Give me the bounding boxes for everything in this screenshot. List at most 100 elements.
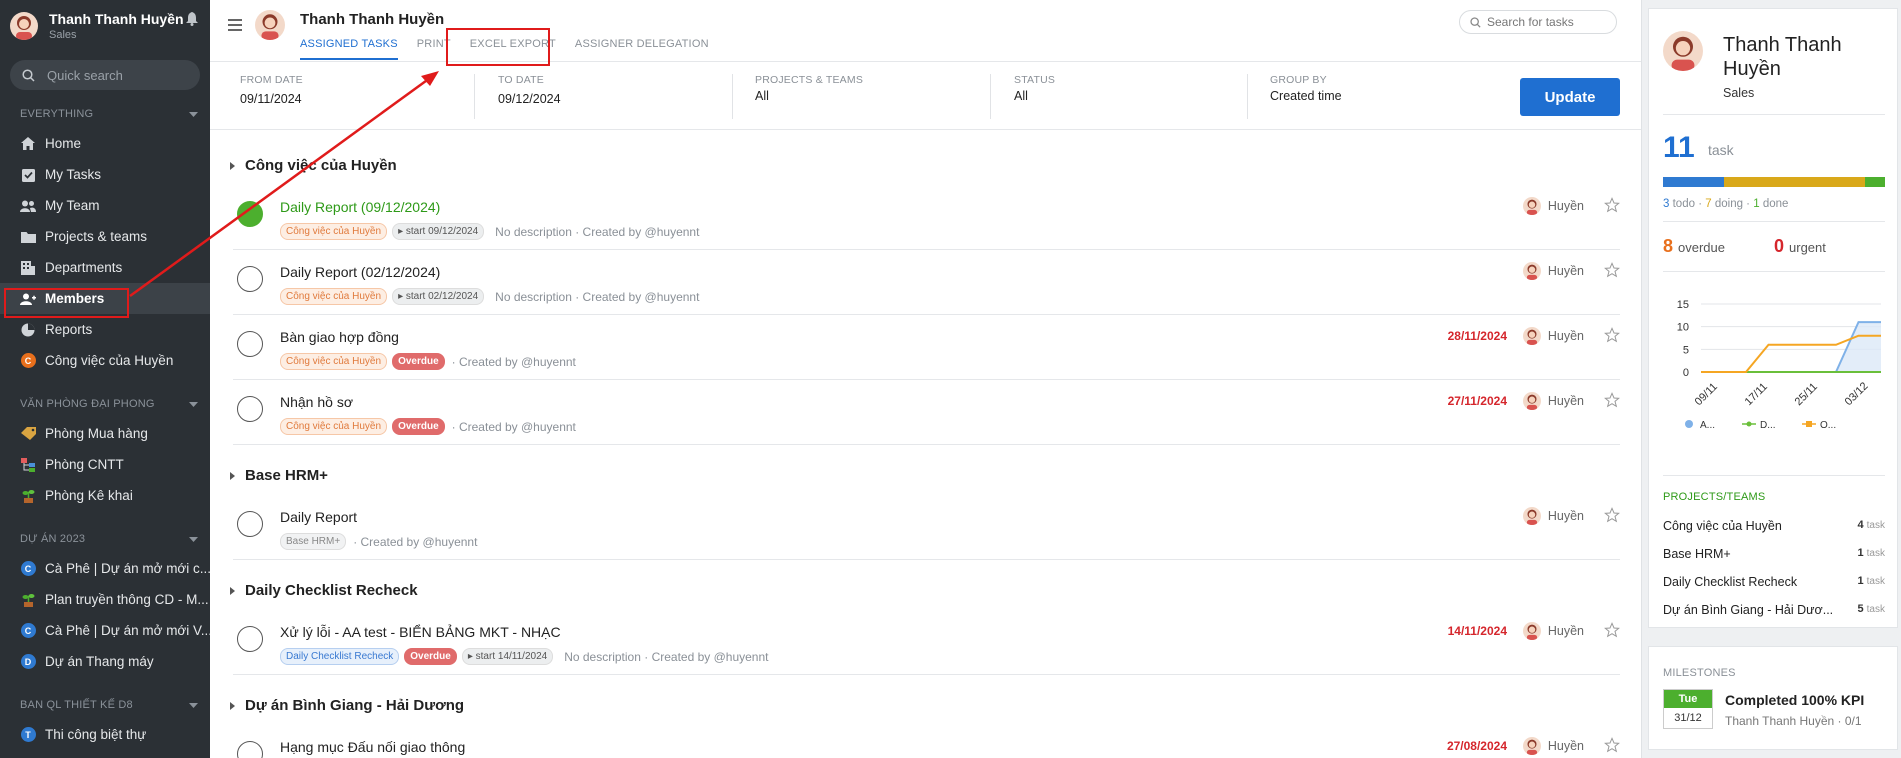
sidebar-item-my-tasks[interactable]: My Tasks [0, 159, 210, 190]
sidebar-item-departments[interactable]: Departments [0, 252, 210, 283]
star-icon[interactable] [1604, 392, 1620, 408]
project-row[interactable]: Công việc của Huyền 4 task [1663, 519, 1885, 533]
sidebar-item-du-an-thang-may[interactable]: D Dự án Thang máy [0, 646, 210, 677]
task-title[interactable]: Daily Report (09/12/2024) [280, 199, 440, 215]
filter-projects-teams[interactable]: PROJECTS & TEAMS All [755, 74, 863, 118]
sidebar-item-thi-cong-biet-thu[interactable]: T Thi công biệt thự [0, 719, 210, 750]
task-complete-checkbox[interactable] [237, 331, 263, 357]
milestone-name[interactable]: Completed 100% KPI [1725, 692, 1864, 708]
quick-search-input[interactable]: Quick search [10, 60, 200, 90]
sidebar-item-projects[interactable]: Projects & teams [0, 221, 210, 252]
project-chip[interactable]: Công việc của Huyền [280, 288, 388, 305]
sidebar-item-ca-phe-1[interactable]: C Cà Phê | Dự án mở mới c... [0, 553, 210, 584]
milestone-progress: 0/1 [1844, 714, 1862, 728]
caret-right-icon[interactable] [230, 161, 235, 170]
task-assignee[interactable]: Huyền [1522, 507, 1584, 525]
task-complete-checkbox[interactable] [237, 266, 263, 292]
task-row[interactable]: Nhận hồ sơ Công việc của Huyền Overdue ·… [233, 380, 1620, 445]
sidebar-user-header[interactable]: Thanh Thanh Huyền Sales [0, 0, 210, 52]
task-row[interactable]: Bàn giao hợp đồng Công việc của Huyền Ov… [233, 315, 1620, 380]
task-assignee[interactable]: Huyền [1522, 392, 1584, 410]
assignee-name: Huyền [1547, 624, 1584, 638]
caret-right-icon[interactable] [230, 586, 235, 595]
task-search-input[interactable]: Search for tasks [1459, 10, 1617, 34]
sidebar-item-plan-truyen-thong[interactable]: Plan truyền thông CD - M... [0, 584, 210, 615]
task-row[interactable]: Xử lý lỗi - AA test - BIỂN BẢNG MKT - NH… [233, 610, 1620, 675]
caret-down-icon[interactable] [189, 536, 198, 542]
caret-right-icon[interactable] [230, 471, 235, 480]
task-title[interactable]: Xử lý lỗi - AA test - BIỂN BẢNG MKT - NH… [280, 624, 561, 640]
task-title[interactable]: Nhận hồ sơ [280, 394, 353, 410]
task-assignee[interactable]: Huyền [1522, 622, 1584, 640]
member-role: Sales [1723, 86, 1755, 100]
sidebar-item-phong-cntt[interactable]: Phòng CNTT [0, 449, 210, 480]
sidebar-item-home[interactable]: Home [0, 128, 210, 159]
task-title[interactable]: Daily Report (02/12/2024) [280, 264, 440, 280]
section-ban-ql[interactable]: BAN QL THIẾT KẾ D8 [0, 691, 210, 719]
task-row[interactable]: Daily Report (02/12/2024) Công việc của … [233, 250, 1620, 315]
assignee-name: Huyền [1547, 199, 1584, 213]
caret-right-icon[interactable] [230, 701, 235, 710]
task-assignee[interactable]: Huyền [1522, 737, 1584, 755]
project-chip[interactable]: Công việc của Huyền [280, 223, 388, 240]
section-vanphong[interactable]: VĂN PHÒNG ĐẠI PHONG [0, 390, 210, 418]
task-row[interactable]: Daily Report (09/12/2024) Công việc của … [233, 185, 1620, 250]
tab-assigner-delegation[interactable]: ASSIGNER DELEGATION [575, 38, 709, 60]
star-icon[interactable] [1604, 262, 1620, 278]
task-assignee[interactable]: Huyền [1522, 262, 1584, 280]
task-complete-checkbox[interactable] [237, 626, 263, 652]
project-row[interactable]: Daily Checklist Recheck 1 task [1663, 575, 1885, 589]
caret-down-icon[interactable] [189, 401, 198, 407]
due-date: 27/08/2024 [1446, 739, 1507, 753]
star-icon[interactable] [1604, 197, 1620, 213]
task-row[interactable]: Daily Report Base HRM+ · Created by @huy… [233, 495, 1620, 560]
search-icon [22, 68, 35, 82]
group-header[interactable]: Base HRM+ [230, 467, 328, 484]
group-header[interactable]: Công việc của Huyền [230, 157, 397, 174]
caret-down-icon[interactable] [189, 702, 198, 708]
bell-icon[interactable] [186, 12, 198, 29]
sidebar-item-ca-phe-2[interactable]: C Cà Phê | Dự án mở mới V... [0, 615, 210, 646]
filter-status[interactable]: STATUS All [1014, 74, 1055, 118]
overdue-stat[interactable]: 8 overdue [1663, 236, 1725, 257]
user-avatar[interactable] [10, 12, 38, 40]
star-icon[interactable] [1604, 622, 1620, 638]
star-icon[interactable] [1604, 507, 1620, 523]
sidebar-item-reports[interactable]: Reports [0, 314, 210, 345]
filter-from-date[interactable]: FROM DATE 09/11/2024 [240, 74, 303, 118]
section-everything[interactable]: EVERYTHING [0, 100, 210, 128]
task-complete-checkbox[interactable] [237, 201, 263, 227]
doing-segment [1723, 177, 1865, 187]
group-header[interactable]: Daily Checklist Recheck [230, 582, 418, 599]
task-title[interactable]: Hạng mục Đấu nối giao thông [280, 739, 465, 755]
sidebar-item-my-team[interactable]: My Team [0, 190, 210, 221]
task-complete-checkbox[interactable] [237, 741, 263, 758]
task-title[interactable]: Bàn giao hợp đồng [280, 329, 399, 345]
caret-down-icon[interactable] [189, 111, 198, 117]
task-complete-checkbox[interactable] [237, 511, 263, 537]
project-chip[interactable]: Công việc của Huyền [280, 353, 388, 370]
urgent-stat[interactable]: 0 urgent [1774, 236, 1826, 257]
star-icon[interactable] [1604, 737, 1620, 753]
task-title[interactable]: Daily Report [280, 509, 357, 525]
project-row[interactable]: Base HRM+ 1 task [1663, 547, 1885, 561]
filter-to-date[interactable]: TO DATE 09/12/2024 [498, 74, 561, 118]
project-row[interactable]: Dự án Bình Giang - Hải Dươ... 5 task [1663, 603, 1885, 617]
task-assignee[interactable]: Huyền [1522, 327, 1584, 345]
section-du-an-2023[interactable]: DỰ ÁN 2023 [0, 525, 210, 553]
menu-icon[interactable] [228, 19, 242, 34]
project-chip[interactable]: Base HRM+ [280, 533, 347, 550]
sidebar-item-phong-ke-khai[interactable]: Phòng Kê khai [0, 480, 210, 511]
task-complete-checkbox[interactable] [237, 396, 263, 422]
filter-group-by[interactable]: GROUP BY Created time [1270, 74, 1342, 118]
star-icon[interactable] [1604, 327, 1620, 343]
sidebar-item-phong-mua-hang[interactable]: Phòng Mua hàng [0, 418, 210, 449]
update-button[interactable]: Update [1520, 78, 1620, 116]
task-row[interactable]: Hạng mục Đấu nối giao thông 27/08/2024 H… [233, 725, 1620, 758]
tab-assigned-tasks[interactable]: ASSIGNED TASKS [300, 38, 398, 60]
task-assignee[interactable]: Huyền [1522, 197, 1584, 215]
sidebar-item-cong-viec-cua-huyen[interactable]: C Công việc của Huyền [0, 345, 210, 376]
group-header[interactable]: Dự án Bình Giang - Hải Dương [230, 697, 464, 714]
project-chip[interactable]: Daily Checklist Recheck [280, 648, 400, 665]
project-chip[interactable]: Công việc của Huyền [280, 418, 388, 435]
